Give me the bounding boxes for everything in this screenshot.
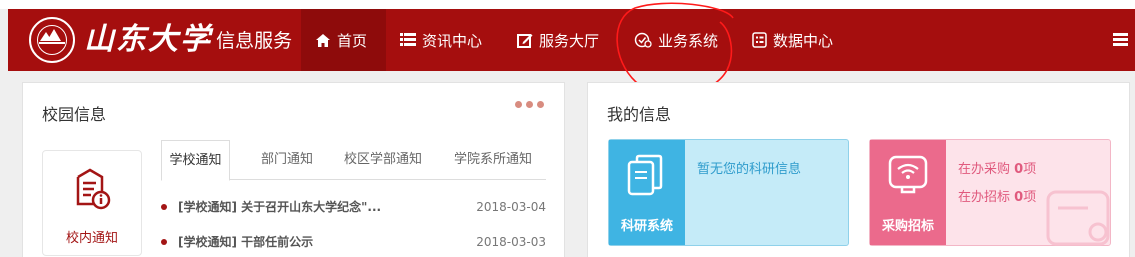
my-info-title: 我的信息 xyxy=(607,105,672,124)
pending-purchase-unit: 项 xyxy=(1023,162,1037,177)
data-icon xyxy=(752,32,767,48)
hamburger-menu-icon[interactable] xyxy=(1113,33,1128,47)
list-icon xyxy=(400,33,416,46)
pending-bidding-count[interactable]: 0 xyxy=(1014,190,1023,205)
more-dot xyxy=(515,101,522,108)
tab-school-notice[interactable]: 学校通知 xyxy=(161,140,230,181)
more-dot xyxy=(537,101,544,108)
menu-bar xyxy=(1113,33,1128,36)
research-system-label: 科研系统 xyxy=(620,219,673,234)
nav-data-label: 数据中心 xyxy=(773,31,834,50)
pending-purchase-line: 在办采购 0项 xyxy=(958,158,1036,177)
gear-check-icon xyxy=(634,32,652,48)
notice-document-icon xyxy=(76,168,111,210)
news-list-item[interactable]: [学校通知] 关于召开山东大学纪念"... 2018-03-04 xyxy=(161,197,546,217)
news-date: 2018-03-04 xyxy=(476,200,546,214)
tab-department-notice[interactable]: 部门通知 xyxy=(257,140,317,180)
nav-news-center[interactable]: 资讯中心 xyxy=(400,9,482,71)
seal-base-line xyxy=(39,42,65,44)
menu-bar xyxy=(1113,38,1128,41)
news-list-item[interactable]: [学校通知] 干部任前公示 2018-03-03 xyxy=(161,232,546,252)
university-seal-logo[interactable] xyxy=(29,17,75,63)
documents-icon xyxy=(627,154,663,196)
home-icon xyxy=(316,33,330,47)
bullet-dot xyxy=(161,239,167,245)
campus-info-title: 校园信息 xyxy=(42,105,107,124)
tab-campus-division-notice[interactable]: 校区学部通知 xyxy=(342,140,424,180)
nav-business-system[interactable]: 业务系统 xyxy=(634,9,718,71)
nav-business-label: 业务系统 xyxy=(658,31,719,50)
pending-purchase-count[interactable]: 0 xyxy=(1014,162,1023,177)
nav-home-label: 首页 xyxy=(337,31,368,50)
procurement-label: 采购招标 xyxy=(881,219,934,234)
top-strip xyxy=(0,0,1135,9)
internal-notice-label: 校内通知 xyxy=(65,231,118,246)
pending-bidding-line: 在办招标 0项 xyxy=(958,186,1036,205)
news-title[interactable]: [学校通知] 关于召开山东大学纪念"... xyxy=(178,197,381,217)
nav-hall-label: 服务大厅 xyxy=(539,31,600,50)
procurement-card-side: 采购招标 xyxy=(870,140,946,245)
nav-data-center[interactable]: 数据中心 xyxy=(752,9,833,71)
more-options-icon[interactable] xyxy=(515,101,544,108)
research-empty-message: 暂无您的科研信息 xyxy=(697,162,802,177)
pending-bidding-text: 在办招标 xyxy=(958,190,1011,205)
site-title: · 信息服务 xyxy=(204,30,293,52)
nav-news-label: 资讯中心 xyxy=(422,31,483,50)
news-title[interactable]: [学校通知] 干部任前公示 xyxy=(178,232,313,252)
nav-service-hall[interactable]: 服务大厅 xyxy=(517,9,599,71)
watermark-icon xyxy=(1046,190,1110,246)
research-card-side: 科研系统 xyxy=(609,140,685,245)
header-bar: 山东大学 · 信息服务 首页 资讯中心 服务大厅 业务系统 数据中心 xyxy=(8,9,1135,71)
news-date: 2018-03-03 xyxy=(476,235,546,249)
wifi-screen-icon xyxy=(888,155,928,194)
menu-bar xyxy=(1113,43,1128,46)
nav-home[interactable]: 首页 xyxy=(301,9,386,71)
internal-notice-button[interactable]: 校内通知 xyxy=(42,150,142,256)
research-system-card[interactable]: 科研系统 暂无您的科研信息 xyxy=(608,139,849,246)
tab-college-notice[interactable]: 学院系所通知 xyxy=(451,140,535,180)
seal-mountain-peak-icon xyxy=(47,29,61,41)
edit-icon xyxy=(517,33,533,48)
procurement-card[interactable]: 采购招标 在办采购 0项 在办招标 0项 xyxy=(869,139,1111,246)
notice-tabs: 学校通知 部门通知 校区学部通知 学院系所通知 xyxy=(161,140,546,181)
more-dot xyxy=(526,101,533,108)
bullet-dot xyxy=(161,204,167,210)
my-info-panel: 我的信息 科研系统 暂无您的科研信息 采购招标 在办采购 0项 在办招标 0项 xyxy=(587,82,1130,257)
pending-purchase-text: 在办采购 xyxy=(958,162,1011,177)
campus-info-panel: 校园信息 校内通知 学校通知 部门通知 校区学部通知 学院系所通知 [学校通知]… xyxy=(22,82,565,257)
pending-bidding-unit: 项 xyxy=(1023,190,1037,205)
university-name-logo[interactable]: 山东大学 xyxy=(84,21,212,59)
